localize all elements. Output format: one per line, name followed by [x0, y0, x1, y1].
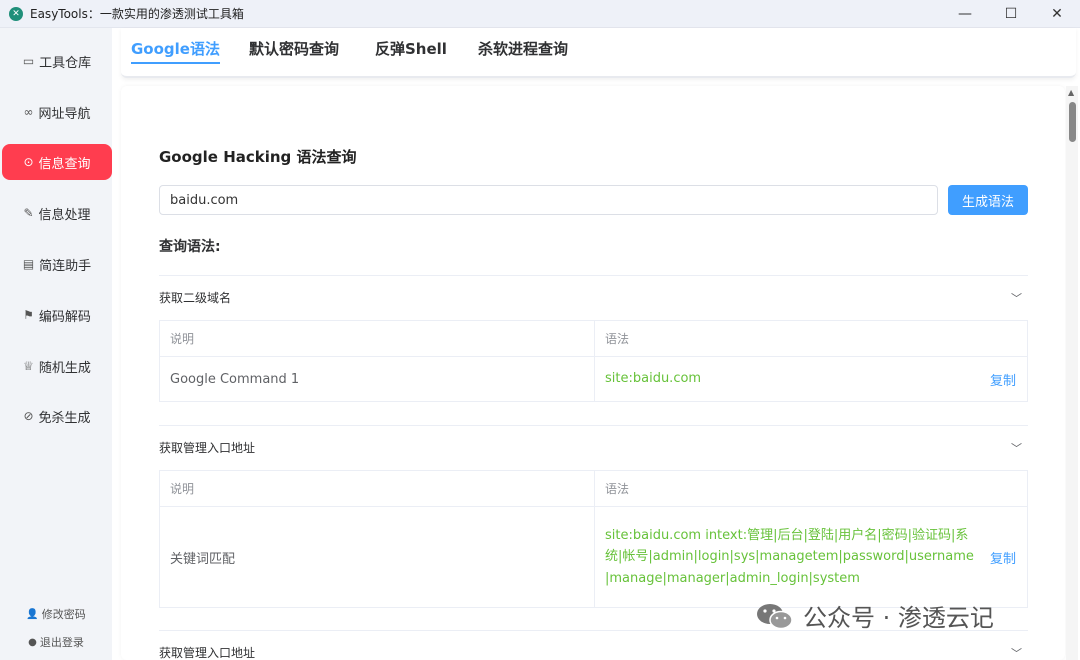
minimize-button[interactable]: —	[942, 0, 988, 28]
syntax-table: 说明 语法 关键词匹配 site:baidu.com intext:管理|后台|…	[159, 470, 1028, 608]
sidebar-item-encode-decode[interactable]: ⚑ 编码解码	[2, 297, 112, 333]
section-title: Google Hacking 语法查询	[159, 148, 357, 166]
logout-link[interactable]: ● 退出登录	[0, 634, 112, 650]
main-content: Google Hacking 语法查询 生成语法 查询语法: 获取二级域名 ﹀ …	[121, 86, 1065, 660]
col-syntax-header: 语法	[605, 482, 630, 496]
row-desc: 关键词匹配	[160, 507, 595, 607]
table-row: Google Command 1 site:baidu.com 复制	[160, 357, 1027, 401]
maximize-button[interactable]: ☐	[988, 0, 1034, 28]
chevron-down-icon: ﹀	[1011, 441, 1022, 455]
tab-reverse-shell[interactable]: 反弹Shell	[375, 38, 447, 64]
table-header: 说明 语法	[160, 471, 1027, 507]
sidebar-item-label: 随机生成	[38, 360, 91, 376]
edit-icon: ✎	[23, 206, 34, 220]
sidebar-item-random-gen[interactable]: ♕ 随机生成	[2, 348, 112, 384]
change-password-label: 修改密码	[41, 608, 86, 621]
flag-icon: ⚑	[23, 308, 34, 322]
copy-button[interactable]: 复制	[990, 548, 1016, 567]
domain-input[interactable]	[159, 185, 938, 215]
wechat-icon	[757, 603, 793, 629]
title-bar: ✕ EasyTools：一款实用的渗透测试工具箱 — ☐ ✕	[0, 0, 1080, 28]
copy-button[interactable]: 复制	[990, 370, 1016, 389]
collapse-header-admin-entry-2[interactable]: 获取管理入口地址 ﹀	[159, 630, 1028, 660]
sidebar-item-info-process[interactable]: ✎ 信息处理	[2, 195, 112, 231]
user-icon: 👤	[26, 608, 39, 620]
collapse-header-admin-entry[interactable]: 获取管理入口地址 ﹀	[159, 425, 1028, 469]
sidebar-item-tool-repo[interactable]: ▭ 工具仓库	[2, 43, 112, 79]
app-logo-icon: ✕	[9, 6, 23, 21]
row-syntax-cell: site:baidu.com intext:管理|后台|登陆|用户名|密码|验证…	[595, 507, 1027, 607]
change-password-link[interactable]: 👤 修改密码	[0, 606, 112, 622]
tab-default-password[interactable]: 默认密码查询	[249, 38, 339, 64]
row-desc: Google Command 1	[160, 357, 595, 401]
sidebar-item-url-nav[interactable]: ∞ 网址导航	[2, 94, 112, 130]
close-button[interactable]: ✕	[1034, 0, 1080, 28]
tab-bar: Google语法 默认密码查询 反弹Shell 杀软进程查询	[121, 28, 1076, 78]
window-controls: — ☐ ✕	[942, 0, 1080, 28]
sidebar-item-av-bypass[interactable]: ⊘ 免杀生成	[2, 398, 112, 434]
tab-google-syntax[interactable]: Google语法	[131, 38, 220, 64]
collapse-header-subdomain[interactable]: 获取二级域名 ﹀	[159, 275, 1028, 319]
logout-label: 退出登录	[39, 636, 84, 649]
sidebar: ▭ 工具仓库 ∞ 网址导航 ⊙ 信息查询 ✎ 信息处理 ▤ 简连助手 ⚑ 编码解…	[0, 28, 112, 660]
sidebar-item-info-query[interactable]: ⊙ 信息查询	[2, 144, 112, 180]
collapse-title: 获取管理入口地址	[159, 441, 256, 455]
collapse-title: 获取二级域名	[159, 291, 232, 305]
scroll-up-arrow-icon[interactable]: ▲	[1068, 88, 1074, 97]
sidebar-item-label: 信息查询	[38, 156, 91, 172]
sidebar-item-label: 工具仓库	[39, 55, 92, 71]
col-desc-header: 说明	[160, 471, 595, 506]
trophy-icon: ♕	[23, 359, 34, 373]
sidebar-item-label: 编码解码	[38, 309, 91, 325]
watermark: 公众号 · 渗透云记	[755, 598, 994, 633]
info-icon: ●	[28, 636, 37, 648]
pill-icon: ⊘	[23, 409, 34, 423]
query-syntax-label: 查询语法:	[159, 239, 221, 255]
generate-syntax-button[interactable]: 生成语法	[948, 185, 1028, 215]
scrollbar-track[interactable]	[1066, 86, 1078, 660]
col-syntax-header: 语法	[605, 332, 630, 346]
sidebar-item-resume-helper[interactable]: ▤ 简连助手	[2, 246, 112, 282]
syntax-table: 说明 语法 Google Command 1 site:baidu.com 复制	[159, 320, 1028, 402]
table-row: 关键词匹配 site:baidu.com intext:管理|后台|登陆|用户名…	[160, 507, 1027, 607]
chevron-down-icon: ﹀	[1011, 291, 1022, 305]
row-syntax-cell: site:baidu.com 复制	[595, 357, 1027, 401]
tab-av-process[interactable]: 杀软进程查询	[478, 38, 568, 64]
watermark-text: 公众号 · 渗透云记	[803, 604, 994, 632]
scrollbar-thumb[interactable]	[1069, 102, 1076, 142]
col-desc-header: 说明	[160, 321, 595, 356]
sidebar-item-label: 免杀生成	[38, 410, 91, 426]
collapse-title: 获取管理入口地址	[159, 646, 256, 660]
window-title: EasyTools：一款实用的渗透测试工具箱	[30, 7, 244, 21]
row-syntax: site:baidu.com intext:管理|后台|登陆|用户名|密码|验证…	[605, 527, 974, 586]
chevron-down-icon: ﹀	[1011, 646, 1022, 660]
toolbox-icon: ▭	[22, 54, 35, 68]
news-icon: ▤	[22, 257, 35, 271]
sidebar-item-label: 信息处理	[38, 207, 91, 223]
table-header: 说明 语法	[160, 321, 1027, 357]
sidebar-item-label: 网址导航	[38, 106, 91, 122]
search-doc-icon: ⊙	[23, 155, 34, 169]
sidebar-item-label: 简连助手	[39, 258, 92, 274]
row-syntax: site:baidu.com	[605, 371, 702, 387]
link-icon: ∞	[23, 105, 34, 119]
